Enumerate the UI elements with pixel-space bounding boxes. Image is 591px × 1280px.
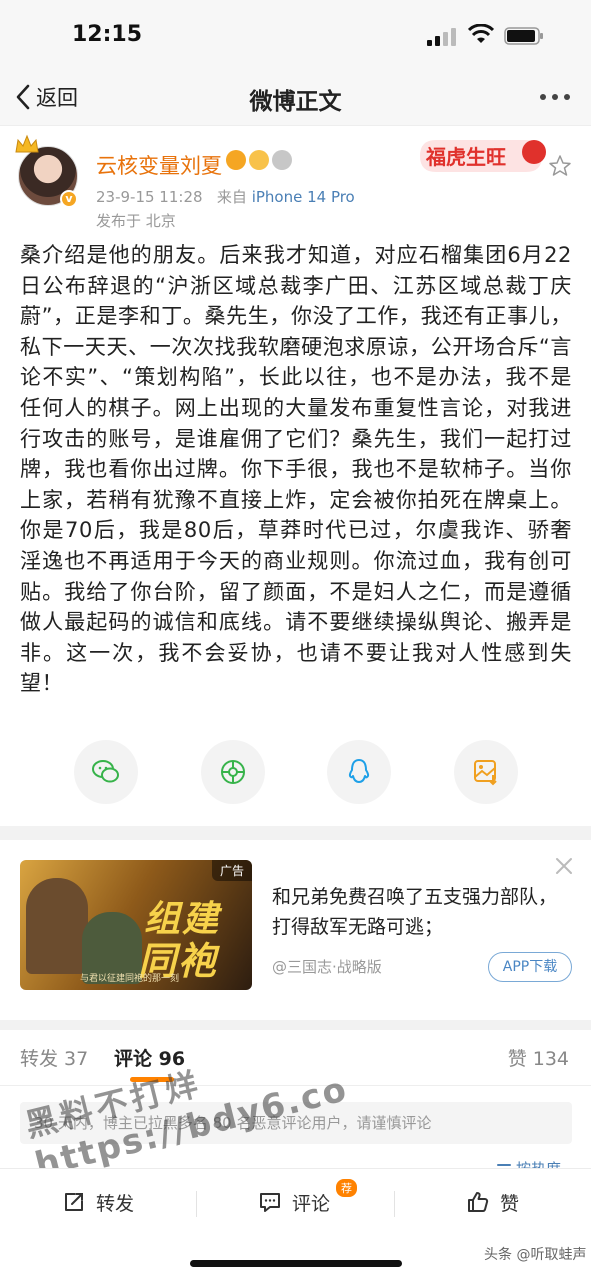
app-download-button[interactable]: APP下载 xyxy=(488,952,572,982)
status-time: 12:15 xyxy=(72,22,143,47)
ad-card[interactable]: 组建 同袍 与君以征建同袍的那一刻 广告 和兄弟免费召唤了五支强力部队，打得敌军… xyxy=(0,840,591,1020)
source-credit: 头条 @听取蛙声 xyxy=(484,1247,587,1263)
verified-badge: v xyxy=(60,190,78,208)
status-bar: 12:15 xyxy=(0,0,591,70)
repost-button[interactable]: 转发 xyxy=(62,1187,134,1217)
ad-figure xyxy=(26,878,88,974)
comment-notice: 30 天内，博主已拉黑多名 80 名恶意评论用户，请谨慎评论 xyxy=(20,1102,572,1144)
cellular-signal-icon xyxy=(427,28,456,46)
crown-icon xyxy=(15,134,39,153)
section-divider xyxy=(0,1020,591,1030)
thumbs-up-icon xyxy=(468,1192,489,1212)
close-icon[interactable] xyxy=(554,856,574,876)
ad-text[interactable]: 和兄弟免费召唤了五支强力部队，打得敌军无路可逃； xyxy=(272,882,572,942)
share-qq-button[interactable] xyxy=(327,740,391,804)
tab-comment[interactable]: 评论 96 xyxy=(114,1044,185,1071)
share-wechat-button[interactable] xyxy=(74,740,138,804)
wifi-icon xyxy=(468,24,494,43)
ad-tag: 广告 xyxy=(211,860,252,881)
post-device[interactable]: iPhone 14 Pro xyxy=(252,188,355,206)
post-header: v 云核变量刘夏 23-9-15 11:28 来自 iPhone 14 Pro … xyxy=(0,128,591,236)
moments-icon xyxy=(221,760,245,784)
page-title: 微博正文 xyxy=(249,89,342,115)
comment-icon xyxy=(260,1193,280,1212)
share-row xyxy=(0,740,591,810)
medal-badge-icon[interactable] xyxy=(272,150,292,170)
tab-bar: 转发 37 评论 96 赞 134 xyxy=(0,1030,591,1086)
festival-badge: 福虎生旺 xyxy=(420,140,546,172)
fan-badge-icon[interactable] xyxy=(249,150,269,170)
ad-source[interactable]: @三国志·战略版 xyxy=(272,956,382,977)
post-location: 发布于 北京 xyxy=(96,212,176,230)
battery-icon xyxy=(504,27,543,45)
bottom-action-bar: 转发 评论 荐 赞 xyxy=(0,1168,591,1236)
more-options-icon[interactable] xyxy=(537,84,573,110)
like-button[interactable]: 赞 xyxy=(466,1187,519,1217)
tab-repost[interactable]: 转发 37 xyxy=(20,1044,88,1071)
qq-icon xyxy=(348,759,370,783)
comment-button[interactable]: 评论 xyxy=(258,1187,330,1217)
repost-label: 转发 xyxy=(96,1192,135,1215)
home-indicator[interactable] xyxy=(190,1260,402,1267)
ad-caption: 与君以征建同袍的那一刻 xyxy=(80,974,180,984)
like-label: 赞 xyxy=(500,1192,520,1215)
section-divider xyxy=(0,826,591,840)
tab-like[interactable]: 赞 134 xyxy=(508,1044,569,1071)
source-prefix: 来自 xyxy=(216,188,247,206)
share-moments-button[interactable] xyxy=(201,740,265,804)
festival-badge-text: 福虎生旺 xyxy=(425,145,506,169)
recommend-badge: 荐 xyxy=(336,1179,357,1197)
wechat-icon xyxy=(92,760,119,783)
divider xyxy=(196,1191,197,1217)
save-image-icon xyxy=(474,760,497,786)
divider xyxy=(394,1191,395,1217)
active-tab-indicator xyxy=(130,1077,174,1082)
comment-label: 评论 xyxy=(292,1192,331,1215)
post-meta: 23-9-15 11:28 来自 iPhone 14 Pro xyxy=(96,186,355,207)
ad-image[interactable]: 组建 同袍 与君以征建同袍的那一刻 广告 xyxy=(20,860,252,990)
favorite-star-icon[interactable] xyxy=(548,154,572,178)
nav-bar: 返回 微博正文 xyxy=(0,70,591,126)
post-timestamp: 23-9-15 11:28 xyxy=(96,188,203,206)
repost-icon xyxy=(65,1193,83,1211)
username[interactable]: 云核变量刘夏 xyxy=(96,150,222,180)
user-badges xyxy=(226,150,292,170)
save-image-button[interactable] xyxy=(454,740,518,804)
post-body: 桑介绍是他的朋友。后来我才知道，对应石榴集团6月22日公布辞退的“沪浙区域总裁李… xyxy=(20,243,572,696)
crown-badge-icon[interactable] xyxy=(226,150,246,170)
